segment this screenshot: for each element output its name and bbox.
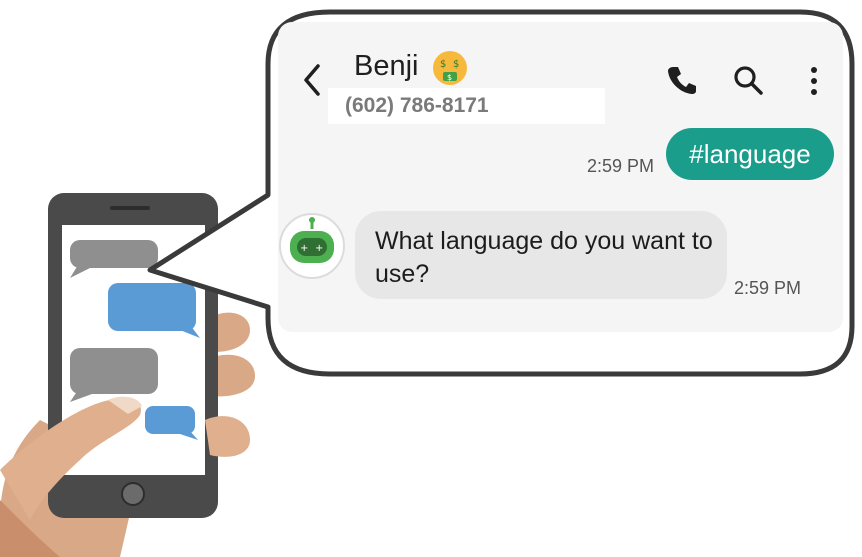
contact-name: Benji <box>354 50 419 82</box>
more-options-button[interactable] <box>802 62 826 100</box>
svg-text:+: + <box>315 243 323 254</box>
sent-message-bubble[interactable]: #language <box>666 128 834 180</box>
scene: Benji $ $ $ (602) 786-8171 2:59 PM #lang… <box>0 0 862 557</box>
received-message-text: What language do you want to use? <box>375 227 713 288</box>
svg-text:+: + <box>300 243 308 254</box>
robot-icon: + + <box>277 211 347 281</box>
money-mouth-face-icon: $ $ $ <box>431 49 469 87</box>
svg-text:$: $ <box>453 59 459 70</box>
message-time: 2:59 PM <box>587 156 655 176</box>
svg-text:$: $ <box>447 73 452 82</box>
svg-text:$: $ <box>440 59 446 70</box>
chevron-left-icon <box>304 64 320 96</box>
call-button[interactable] <box>664 62 700 98</box>
message-time: 2:59 PM <box>734 278 802 298</box>
received-message-bubble[interactable]: What language do you want to use? <box>355 211 727 299</box>
search-button[interactable] <box>730 62 766 98</box>
contact-phone: (602) 786-8171 <box>345 94 489 117</box>
phone-icon <box>668 67 696 94</box>
search-icon <box>734 66 763 95</box>
more-vertical-icon <box>811 67 817 95</box>
back-button[interactable] <box>298 60 328 100</box>
